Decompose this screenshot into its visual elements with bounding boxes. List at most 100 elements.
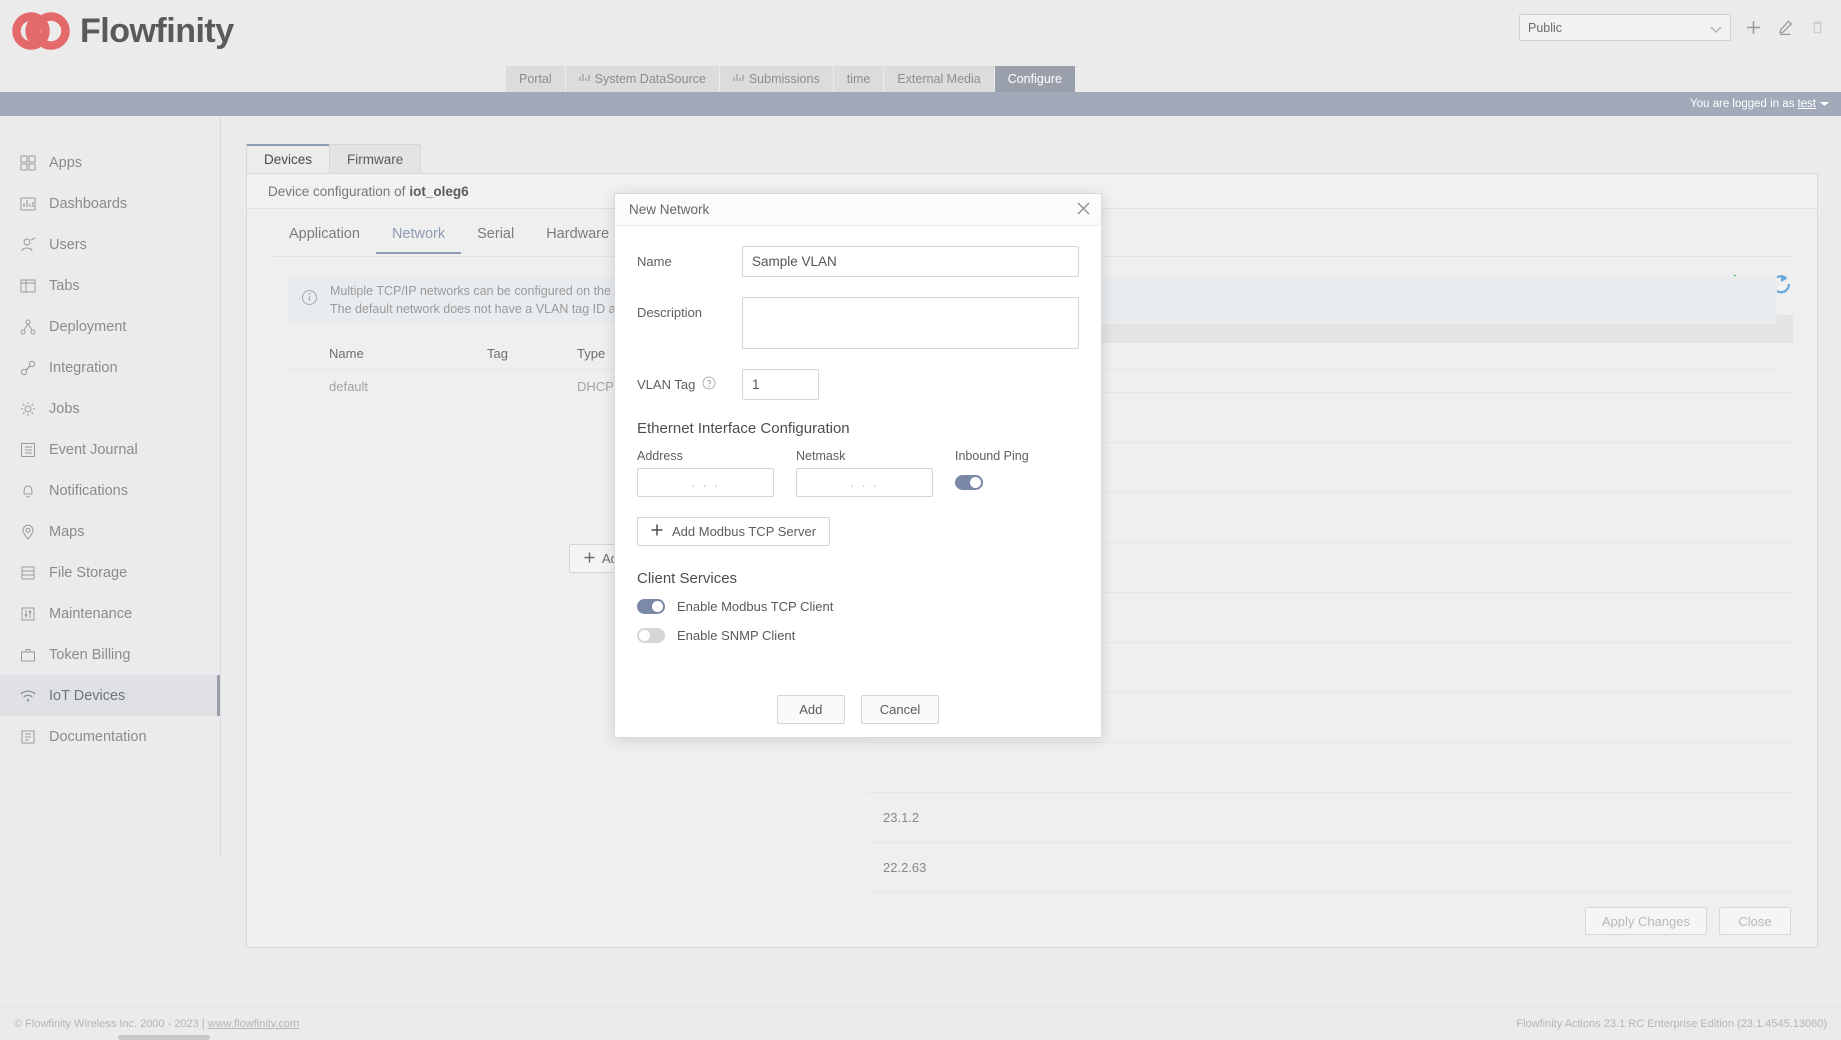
- sub-tab-serial[interactable]: Serial: [461, 226, 530, 254]
- add-button[interactable]: Add: [777, 695, 845, 724]
- top-right-controls: Public: [1519, 14, 1827, 41]
- sidebar-item-notifications[interactable]: Notifications: [0, 470, 220, 511]
- sidebar-item-label: Maps: [49, 524, 84, 540]
- add-modbus-tcp-server-button[interactable]: Add Modbus TCP Server: [637, 517, 830, 546]
- layout-icon: [18, 276, 37, 295]
- dialog-title: New Network: [629, 202, 1076, 217]
- sidebar-item-event-journal[interactable]: Event Journal: [0, 429, 220, 470]
- sidebar-item-jobs[interactable]: Jobs: [0, 388, 220, 429]
- brand-logo[interactable]: Flowfinity: [12, 8, 234, 54]
- sub-tab-hardware[interactable]: Hardware: [530, 226, 625, 254]
- netmask-input[interactable]: . . .: [796, 468, 933, 497]
- table-row[interactable]: [867, 743, 1793, 793]
- inbound-ping-label: Inbound Ping: [955, 449, 1029, 463]
- top-tab-submissions[interactable]: Submissions: [720, 66, 834, 92]
- toggle-knob: [639, 630, 650, 641]
- sidebar-item-users[interactable]: Users: [0, 224, 220, 265]
- storage-icon: [18, 563, 37, 582]
- button-label: Add: [799, 702, 822, 717]
- sidebar-item-deployment[interactable]: Deployment: [0, 306, 220, 347]
- add-modbus-label: Add Modbus TCP Server: [672, 524, 816, 539]
- address-field-group: Address . . .: [637, 449, 774, 497]
- plus-icon[interactable]: [1743, 18, 1763, 38]
- top-tab-portal[interactable]: Portal: [506, 66, 566, 92]
- sidebar-item-file-storage[interactable]: File Storage: [0, 552, 220, 593]
- sidebar-item-label: Maintenance: [49, 606, 132, 622]
- sub-tab-application[interactable]: Application: [273, 226, 376, 254]
- sidebar-item-integration[interactable]: Integration: [0, 347, 220, 388]
- pencil-icon[interactable]: [1775, 18, 1795, 38]
- card-header-prefix: Device configuration of: [268, 184, 405, 199]
- sidebar-item-maps[interactable]: Maps: [0, 511, 220, 552]
- sidebar-item-iot-devices[interactable]: IoT Devices: [0, 675, 220, 716]
- info-line-2: The default network does not have a VLAN…: [330, 300, 637, 318]
- dialog-footer: Add Cancel: [615, 681, 1101, 737]
- top-tab-label: Submissions: [749, 72, 820, 86]
- info-circle-icon: [301, 289, 318, 311]
- sidebar-item-dashboards[interactable]: Dashboards: [0, 183, 220, 224]
- sidebar-item-label: Notifications: [49, 483, 128, 499]
- button-label: Close: [1738, 914, 1771, 929]
- sidebar: Apps Dashboards Users Tabs Deployment: [0, 116, 221, 856]
- grid-icon: [18, 153, 37, 172]
- sidebar-item-label: Documentation: [49, 729, 147, 745]
- sidebar-item-maintenance[interactable]: Maintenance: [0, 593, 220, 634]
- top-tab-configure[interactable]: Configure: [995, 66, 1075, 92]
- table-row[interactable]: 23.1.2: [867, 793, 1793, 843]
- dialog-body: Name Sample VLAN Description VLAN Tag: [615, 226, 1101, 684]
- netmask-field-group: Netmask . . .: [796, 449, 933, 497]
- tab-label: Devices: [264, 152, 312, 167]
- field-row-description: Description: [637, 297, 1079, 349]
- device-sub-tabs: Application Network Serial Hardware: [273, 226, 625, 254]
- copyright-block: © Flowfinity Wireless Inc. 2000 - 2023 |…: [14, 1018, 1516, 1030]
- column-tag: Tag: [487, 346, 577, 361]
- caret-down-icon[interactable]: [1820, 98, 1829, 110]
- tab-firmware[interactable]: Firmware: [329, 144, 421, 173]
- cancel-button[interactable]: Cancel: [861, 695, 939, 724]
- top-tab-system-datasource[interactable]: System DataSource: [566, 66, 720, 92]
- top-tabs: Portal System DataSource Submissions tim…: [506, 66, 1075, 92]
- top-tab-external-media[interactable]: External Media: [884, 66, 994, 92]
- enable-snmp-client-toggle[interactable]: [637, 628, 665, 643]
- description-textarea[interactable]: [742, 297, 1079, 349]
- top-tab-label: time: [847, 72, 871, 86]
- service-label: Enable SNMP Client: [677, 628, 795, 643]
- logged-in-username[interactable]: test: [1797, 98, 1816, 110]
- toggle-knob: [652, 601, 663, 612]
- sub-tab-label: Hardware: [546, 226, 609, 242]
- name-input[interactable]: Sample VLAN: [742, 246, 1079, 277]
- sidebar-item-label: Token Billing: [49, 647, 130, 663]
- sidebar-item-token-billing[interactable]: Token Billing: [0, 634, 220, 675]
- top-tab-time[interactable]: time: [834, 66, 885, 92]
- table-row[interactable]: 22.2.63: [867, 843, 1793, 893]
- plus-icon: [584, 551, 595, 566]
- description-label: Description: [637, 297, 742, 320]
- client-services-title: Client Services: [637, 570, 1079, 587]
- close-icon[interactable]: [1076, 201, 1091, 219]
- vlan-tag-label-group: VLAN Tag: [637, 369, 742, 400]
- sidebar-item-tabs[interactable]: Tabs: [0, 265, 220, 306]
- enable-modbus-tcp-client-toggle[interactable]: [637, 599, 665, 614]
- horizontal-scrollbar[interactable]: [118, 1035, 210, 1040]
- visibility-select[interactable]: Public: [1519, 14, 1731, 41]
- top-tabs-row: Portal System DataSource Submissions tim…: [0, 66, 1841, 92]
- sub-tab-network[interactable]: Network: [376, 226, 461, 254]
- tab-devices[interactable]: Devices: [246, 144, 330, 173]
- info-text: Multiple TCP/IP networks can be configur…: [330, 282, 637, 318]
- address-input[interactable]: . . .: [637, 468, 774, 497]
- inbound-ping-toggle[interactable]: [955, 475, 983, 490]
- vlan-tag-input[interactable]: 1: [742, 369, 819, 400]
- briefcase-icon: [18, 645, 37, 664]
- wifi-icon: [18, 686, 37, 705]
- sub-tab-label: Network: [392, 226, 445, 242]
- top-bar: Flowfinity Public: [0, 0, 1841, 92]
- chart-icon: [733, 72, 744, 86]
- help-circle-icon[interactable]: [702, 376, 716, 393]
- page-footer: © Flowfinity Wireless Inc. 2000 - 2023 |…: [0, 1006, 1841, 1040]
- firmware-version: 22.2.63: [883, 860, 926, 875]
- sidebar-item-apps[interactable]: Apps: [0, 142, 220, 183]
- sidebar-item-label: Apps: [49, 155, 82, 171]
- website-link[interactable]: www.flowfinity.com: [208, 1018, 299, 1030]
- application-window: Flowfinity Public: [0, 0, 1841, 1040]
- sidebar-item-documentation[interactable]: Documentation: [0, 716, 220, 757]
